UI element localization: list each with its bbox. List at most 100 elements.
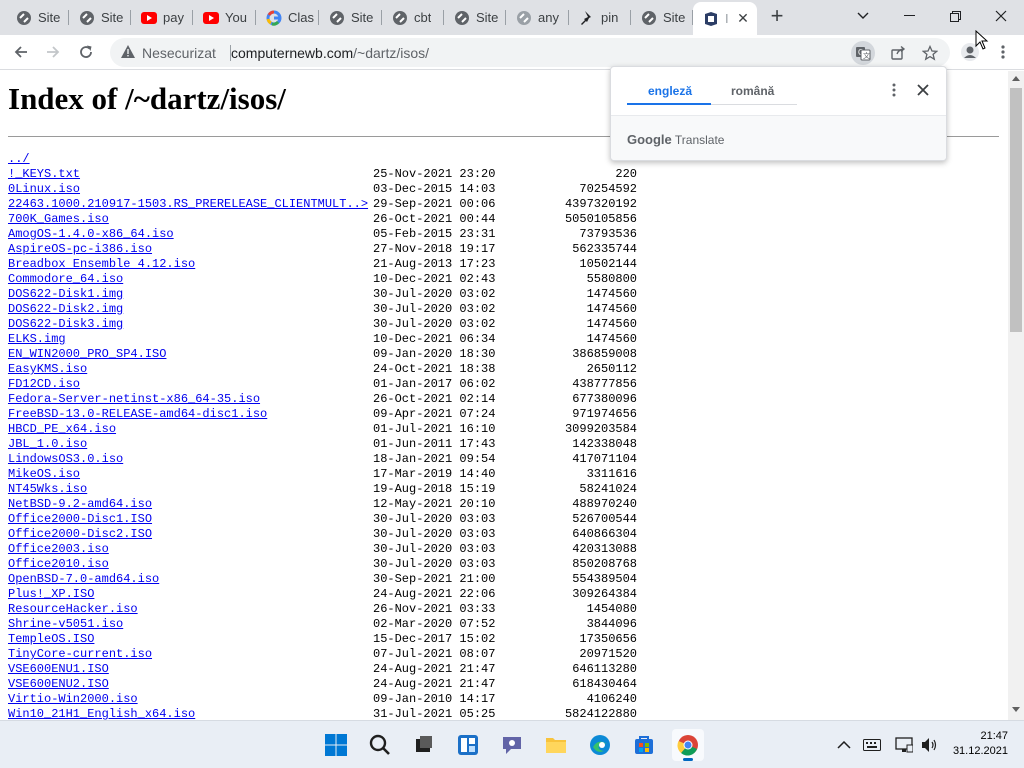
clock[interactable]: 21:47 31.12.2021 (950, 729, 1008, 759)
share-icon[interactable] (886, 41, 910, 65)
vertical-scrollbar[interactable] (1008, 71, 1024, 720)
file-link[interactable]: EasyKMS.iso (8, 362, 87, 377)
security-label[interactable]: Nesecurizat (142, 45, 216, 61)
scroll-down-arrow-icon[interactable] (1012, 707, 1020, 712)
keyboard-icon[interactable] (862, 735, 882, 755)
file-link[interactable]: Breadbox Ensemble 4.12.iso (8, 257, 195, 272)
file-link[interactable]: TinyCore-current.iso (8, 647, 152, 662)
tab-label: You (225, 10, 247, 25)
file-date: 15-Dec-2017 15:02 (373, 632, 496, 646)
menu-button[interactable] (990, 39, 1016, 65)
widgets-icon[interactable] (452, 729, 484, 761)
file-size: 1454080 (586, 602, 637, 616)
file-link[interactable]: FreeBSD-13.0-RELEASE-amd64-disc1.iso (8, 407, 267, 422)
file-link[interactable]: Virtio-Win2000.iso (8, 692, 138, 707)
forward-button[interactable] (40, 39, 66, 65)
file-link[interactable]: ResourceHacker.iso (8, 602, 138, 617)
file-link[interactable]: 700K_Games.iso (8, 212, 109, 227)
tab[interactable]: Site (631, 4, 693, 31)
tab[interactable]: pay (131, 4, 193, 31)
file-link[interactable]: Office2010.iso (8, 557, 109, 572)
file-link[interactable]: 0Linux.iso (8, 182, 80, 197)
tab[interactable]: cbt (382, 4, 444, 31)
tab-label: cbt (414, 10, 432, 25)
file-link[interactable]: TempleOS.ISO (8, 632, 94, 647)
tab[interactable]: any (506, 4, 569, 31)
close-icon[interactable] (914, 81, 932, 99)
youtube-icon (141, 10, 157, 26)
file-link[interactable]: Plus!_XP.ISO (8, 587, 94, 602)
edge-icon[interactable] (584, 729, 616, 761)
file-link[interactable]: AspireOS-pc-i386.iso (8, 242, 152, 257)
windows-start-icon[interactable] (320, 729, 352, 761)
parent-dir-link[interactable]: ../ (8, 152, 30, 167)
network-icon[interactable] (894, 735, 914, 755)
file-link[interactable]: NetBSD-9.2-amd64.iso (8, 497, 152, 512)
scroll-thumb[interactable] (1010, 88, 1022, 332)
file-link[interactable]: MikeOS.iso (8, 467, 80, 482)
reload-button[interactable] (73, 39, 99, 65)
file-link[interactable]: NT45Wks.iso (8, 482, 87, 497)
file-date: 30-Sep-2021 21:00 (373, 572, 496, 586)
url-text[interactable]: computernewb.com/~dartz/isos/ (231, 45, 429, 61)
file-link[interactable]: DOS622-Disk1.img (8, 287, 123, 302)
teams-chat-icon[interactable] (496, 729, 528, 761)
tab-search-button[interactable] (840, 0, 886, 32)
tab-active[interactable]: I ✕ (693, 2, 757, 35)
tab[interactable]: Site (6, 4, 69, 31)
file-size: 20971520 (579, 647, 637, 661)
file-link[interactable]: DOS622-Disk2.img (8, 302, 123, 317)
lang-tab-source[interactable]: engleză (648, 84, 692, 98)
back-button[interactable] (8, 39, 34, 65)
file-link[interactable]: VSE600ENU2.ISO (8, 677, 109, 692)
file-size: 562335744 (572, 242, 637, 256)
tab[interactable]: pin (569, 4, 631, 31)
file-link[interactable]: Office2003.iso (8, 542, 109, 557)
file-link[interactable]: Fedora-Server-netinst-x86_64-35.iso (8, 392, 260, 407)
task-view-icon[interactable] (408, 729, 440, 761)
file-link[interactable]: !_KEYS.txt (8, 167, 80, 182)
translate-icon[interactable]: G文 (851, 41, 875, 65)
new-tab-button[interactable]: + (766, 5, 788, 28)
file-link[interactable]: 22463.1000.210917-1503.RS_PRERELEASE_CLI… (8, 197, 368, 212)
search-icon[interactable] (364, 729, 396, 761)
minimize-button[interactable] (886, 0, 932, 32)
more-vertical-icon[interactable] (886, 82, 902, 98)
chevron-up-icon[interactable] (834, 735, 854, 755)
file-link[interactable]: OpenBSD-7.0-amd64.iso (8, 572, 159, 587)
file-link[interactable]: ELKS.img (8, 332, 66, 347)
close-window-button[interactable] (978, 0, 1024, 32)
file-link[interactable]: EN_WIN2000_PRO_SP4.ISO (8, 347, 166, 362)
file-date: 05-Feb-2015 23:31 (373, 227, 496, 241)
tab-label: Site (476, 10, 499, 25)
tab[interactable]: Site (69, 4, 131, 31)
active-app-indicator (683, 758, 693, 761)
file-link[interactable]: LindowsOS3.0.iso (8, 452, 123, 467)
warning-icon[interactable] (120, 44, 136, 65)
volume-icon[interactable] (920, 735, 940, 755)
lang-tab-target[interactable]: română (731, 84, 774, 98)
file-link[interactable]: JBL_1.0.iso (8, 437, 87, 452)
file-link[interactable]: Office2000-Disc2.ISO (8, 527, 152, 542)
tab[interactable]: Site (319, 4, 382, 31)
bookmark-star-icon[interactable] (918, 41, 942, 65)
file-link[interactable]: HBCD_PE_x64.iso (8, 422, 116, 437)
file-explorer-icon[interactable] (540, 729, 572, 761)
scroll-up-arrow-icon[interactable] (1012, 76, 1020, 81)
file-link[interactable]: Win10_21H1_English_x64.iso (8, 707, 195, 720)
file-link[interactable]: FD12CD.iso (8, 377, 80, 392)
tab[interactable]: You (193, 4, 256, 31)
store-icon[interactable] (628, 729, 660, 761)
tab[interactable]: Clas (256, 4, 319, 31)
file-link[interactable]: AmogOS-1.4.0-x86_64.iso (8, 227, 174, 242)
file-link[interactable]: VSE600ENU1.ISO (8, 662, 109, 677)
close-tab-icon[interactable]: ✕ (735, 10, 751, 26)
file-link[interactable]: Shrine-v5051.iso (8, 617, 123, 632)
file-link[interactable]: DOS622-Disk3.img (8, 317, 123, 332)
tab[interactable]: Site (444, 4, 506, 31)
file-link[interactable]: Commodore_64.iso (8, 272, 123, 287)
file-link[interactable]: Office2000-Disc1.ISO (8, 512, 152, 527)
address-bar[interactable]: Nesecurizat computernewb.com/~dartz/isos… (110, 38, 950, 67)
chrome-icon[interactable] (672, 729, 704, 761)
restore-button[interactable] (932, 0, 978, 32)
